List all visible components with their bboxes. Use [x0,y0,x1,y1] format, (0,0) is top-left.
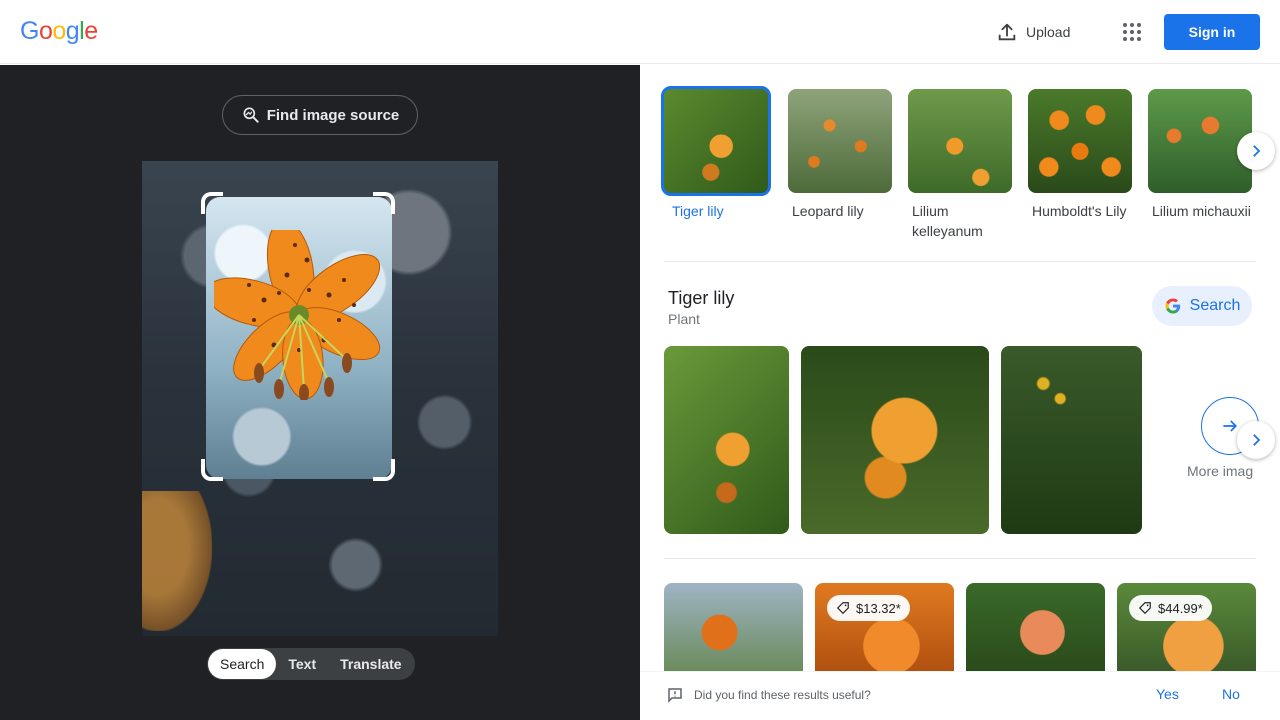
chip-lilium-kelleyanum[interactable]: Lilium kelleyanum [908,89,1012,241]
gallery-image[interactable] [801,346,989,534]
price-tag-icon [836,602,849,615]
upload-icon [998,23,1016,41]
crop-handle-top-left[interactable] [201,192,223,214]
find-image-source-button[interactable]: Find image source [222,95,418,135]
chip-label: Humboldt's Lily [1032,203,1127,219]
mode-translate[interactable]: Translate [328,649,413,679]
sign-in-button[interactable]: Sign in [1164,14,1260,50]
upload-button[interactable]: Upload [988,14,1078,50]
mode-text[interactable]: Text [276,649,328,679]
background-lily-petal [142,491,212,631]
entity-subtitle: Plant [668,311,700,327]
crop-handle-bottom-right[interactable] [373,459,395,481]
query-image-pane: Find image source Search Text Translate [0,65,640,720]
chips-next-button[interactable] [1237,132,1275,170]
chip-thumbnail [788,89,892,193]
feedback-icon [668,688,682,703]
chip-leopard-lily[interactable]: Leopard lily [788,89,892,221]
query-image [142,161,498,636]
image-search-icon [243,107,259,123]
find-image-source-label: Find image source [266,106,400,124]
chip-lilium-michauxii[interactable]: Lilium michauxii [1148,89,1252,221]
price-label: $44.99* [1158,600,1203,616]
product-card[interactable]: $13.32* [815,583,954,673]
chip-label: Leopard lily [792,203,864,219]
top-bar: Google Upload Sign in [0,0,1280,64]
feedback-no-button[interactable]: No [1222,686,1240,702]
chip-thumbnail [1148,89,1252,193]
section-divider [664,558,1256,559]
mode-search[interactable]: Search [208,649,277,679]
chevron-right-icon [1253,145,1261,157]
entity-search-label: Search [1189,297,1241,314]
more-images-label: More imag [1187,463,1254,479]
google-apps-button[interactable] [1112,12,1152,52]
chip-tiger-lily[interactable]: Tiger lily [661,86,771,221]
feedback-question: Did you find these results useful? [694,688,871,702]
price-tag-icon [1138,602,1151,615]
gallery-image[interactable] [1001,346,1142,534]
crop-handle-top-right[interactable] [373,192,395,214]
logo-letter: g [65,17,80,45]
logo-letter: o [52,17,66,45]
lens-mode-switch: Search Text Translate [207,648,415,680]
entity-search-button[interactable]: Search [1152,286,1252,326]
logo-letter: G [20,17,39,45]
gallery-next-button[interactable] [1237,421,1275,459]
tiger-lily-flower [214,230,381,401]
chip-humboldts-lily[interactable]: Humboldt's Lily [1028,89,1132,221]
chevron-right-icon [1253,434,1261,446]
chip-label: Tiger lily [672,203,724,219]
chip-label: Lilium michauxii [1152,203,1251,219]
entity-chips: Tiger lily Leopard lily Lilium kelleyanu… [661,86,1256,249]
chip-thumbnail [1028,89,1132,193]
google-logo[interactable]: Google [20,17,98,46]
product-card[interactable] [966,583,1105,673]
chip-thumbnail [661,86,771,196]
price-badge: $44.99* [1129,595,1212,621]
apps-grid-icon [1123,23,1141,41]
logo-letter: o [38,17,53,45]
product-card[interactable]: $44.99* [1117,583,1256,673]
section-divider [664,261,1256,262]
google-g-icon [1165,298,1180,314]
price-label: $13.32* [856,600,901,616]
entity-title: Tiger lily [668,288,735,308]
logo-letter: e [84,17,98,45]
chip-label: Lilium kelleyanum [912,203,983,239]
gallery-image[interactable] [664,346,789,534]
upload-label: Upload [1026,24,1071,40]
feedback-bar: Did you find these results useful? Yes N… [640,671,1280,720]
crop-handle-bottom-left[interactable] [201,459,223,481]
feedback-yes-button[interactable]: Yes [1156,686,1179,702]
price-badge: $13.32* [827,595,910,621]
chip-thumbnail [908,89,1012,193]
product-card[interactable] [664,583,803,673]
crop-selection[interactable] [206,197,392,479]
results-pane: Tiger lily Leopard lily Lilium kelleyanu… [640,65,1280,720]
